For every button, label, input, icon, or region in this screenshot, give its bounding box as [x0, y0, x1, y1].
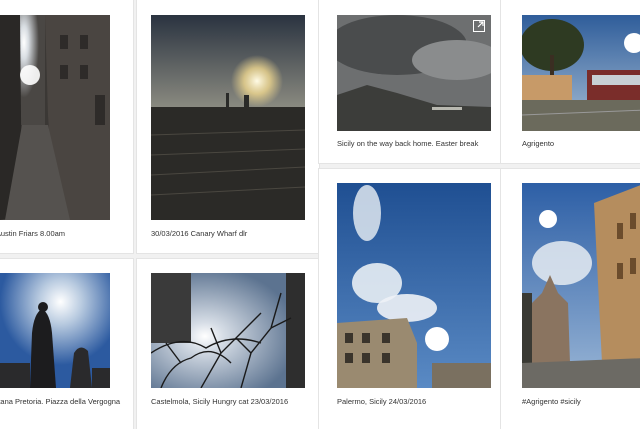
- photo-caption: 6 Austin Friars 8.00am: [0, 229, 66, 238]
- expand-icon[interactable]: [473, 20, 485, 32]
- photo-card[interactable]: 6 Austin Friars 8.00am: [0, 0, 133, 253]
- photo-image[interactable]: [151, 15, 305, 220]
- photo-card[interactable]: Sicily on the way back home. Easter brea…: [319, 0, 501, 163]
- photo-image[interactable]: [0, 15, 110, 220]
- photo-image[interactable]: [337, 15, 491, 131]
- photo-card[interactable]: #Agrigento #sicily: [501, 169, 640, 429]
- photo-caption: #Agrigento #sicily: [522, 397, 581, 406]
- photo-caption: Sicily on the way back home. Easter brea…: [337, 139, 479, 148]
- photo-caption: 30/03/2016 Canary Wharf dlr: [151, 229, 248, 238]
- photo-card[interactable]: Palermo, Sicily 24/03/2016: [319, 169, 501, 429]
- photo-image[interactable]: [0, 273, 110, 388]
- photo-image[interactable]: [337, 183, 491, 388]
- photo-caption: Agrigento: [522, 139, 555, 148]
- photo-card[interactable]: ontana Pretoria. Piazza della Vergogna: [0, 259, 133, 429]
- photo-card[interactable]: Agrigento: [501, 0, 640, 163]
- photo-image[interactable]: [151, 273, 305, 388]
- photo-card[interactable]: 30/03/2016 Canary Wharf dlr: [137, 0, 319, 253]
- photo-caption: Castelmola, Sicily Hungry cat 23/03/2016: [151, 397, 289, 406]
- photo-card[interactable]: Castelmola, Sicily Hungry cat 23/03/2016: [137, 259, 319, 429]
- photo-image[interactable]: [522, 183, 640, 388]
- photo-image[interactable]: [522, 15, 640, 131]
- photo-caption: Palermo, Sicily 24/03/2016: [337, 397, 427, 406]
- photo-caption: ontana Pretoria. Piazza della Vergogna: [0, 397, 121, 406]
